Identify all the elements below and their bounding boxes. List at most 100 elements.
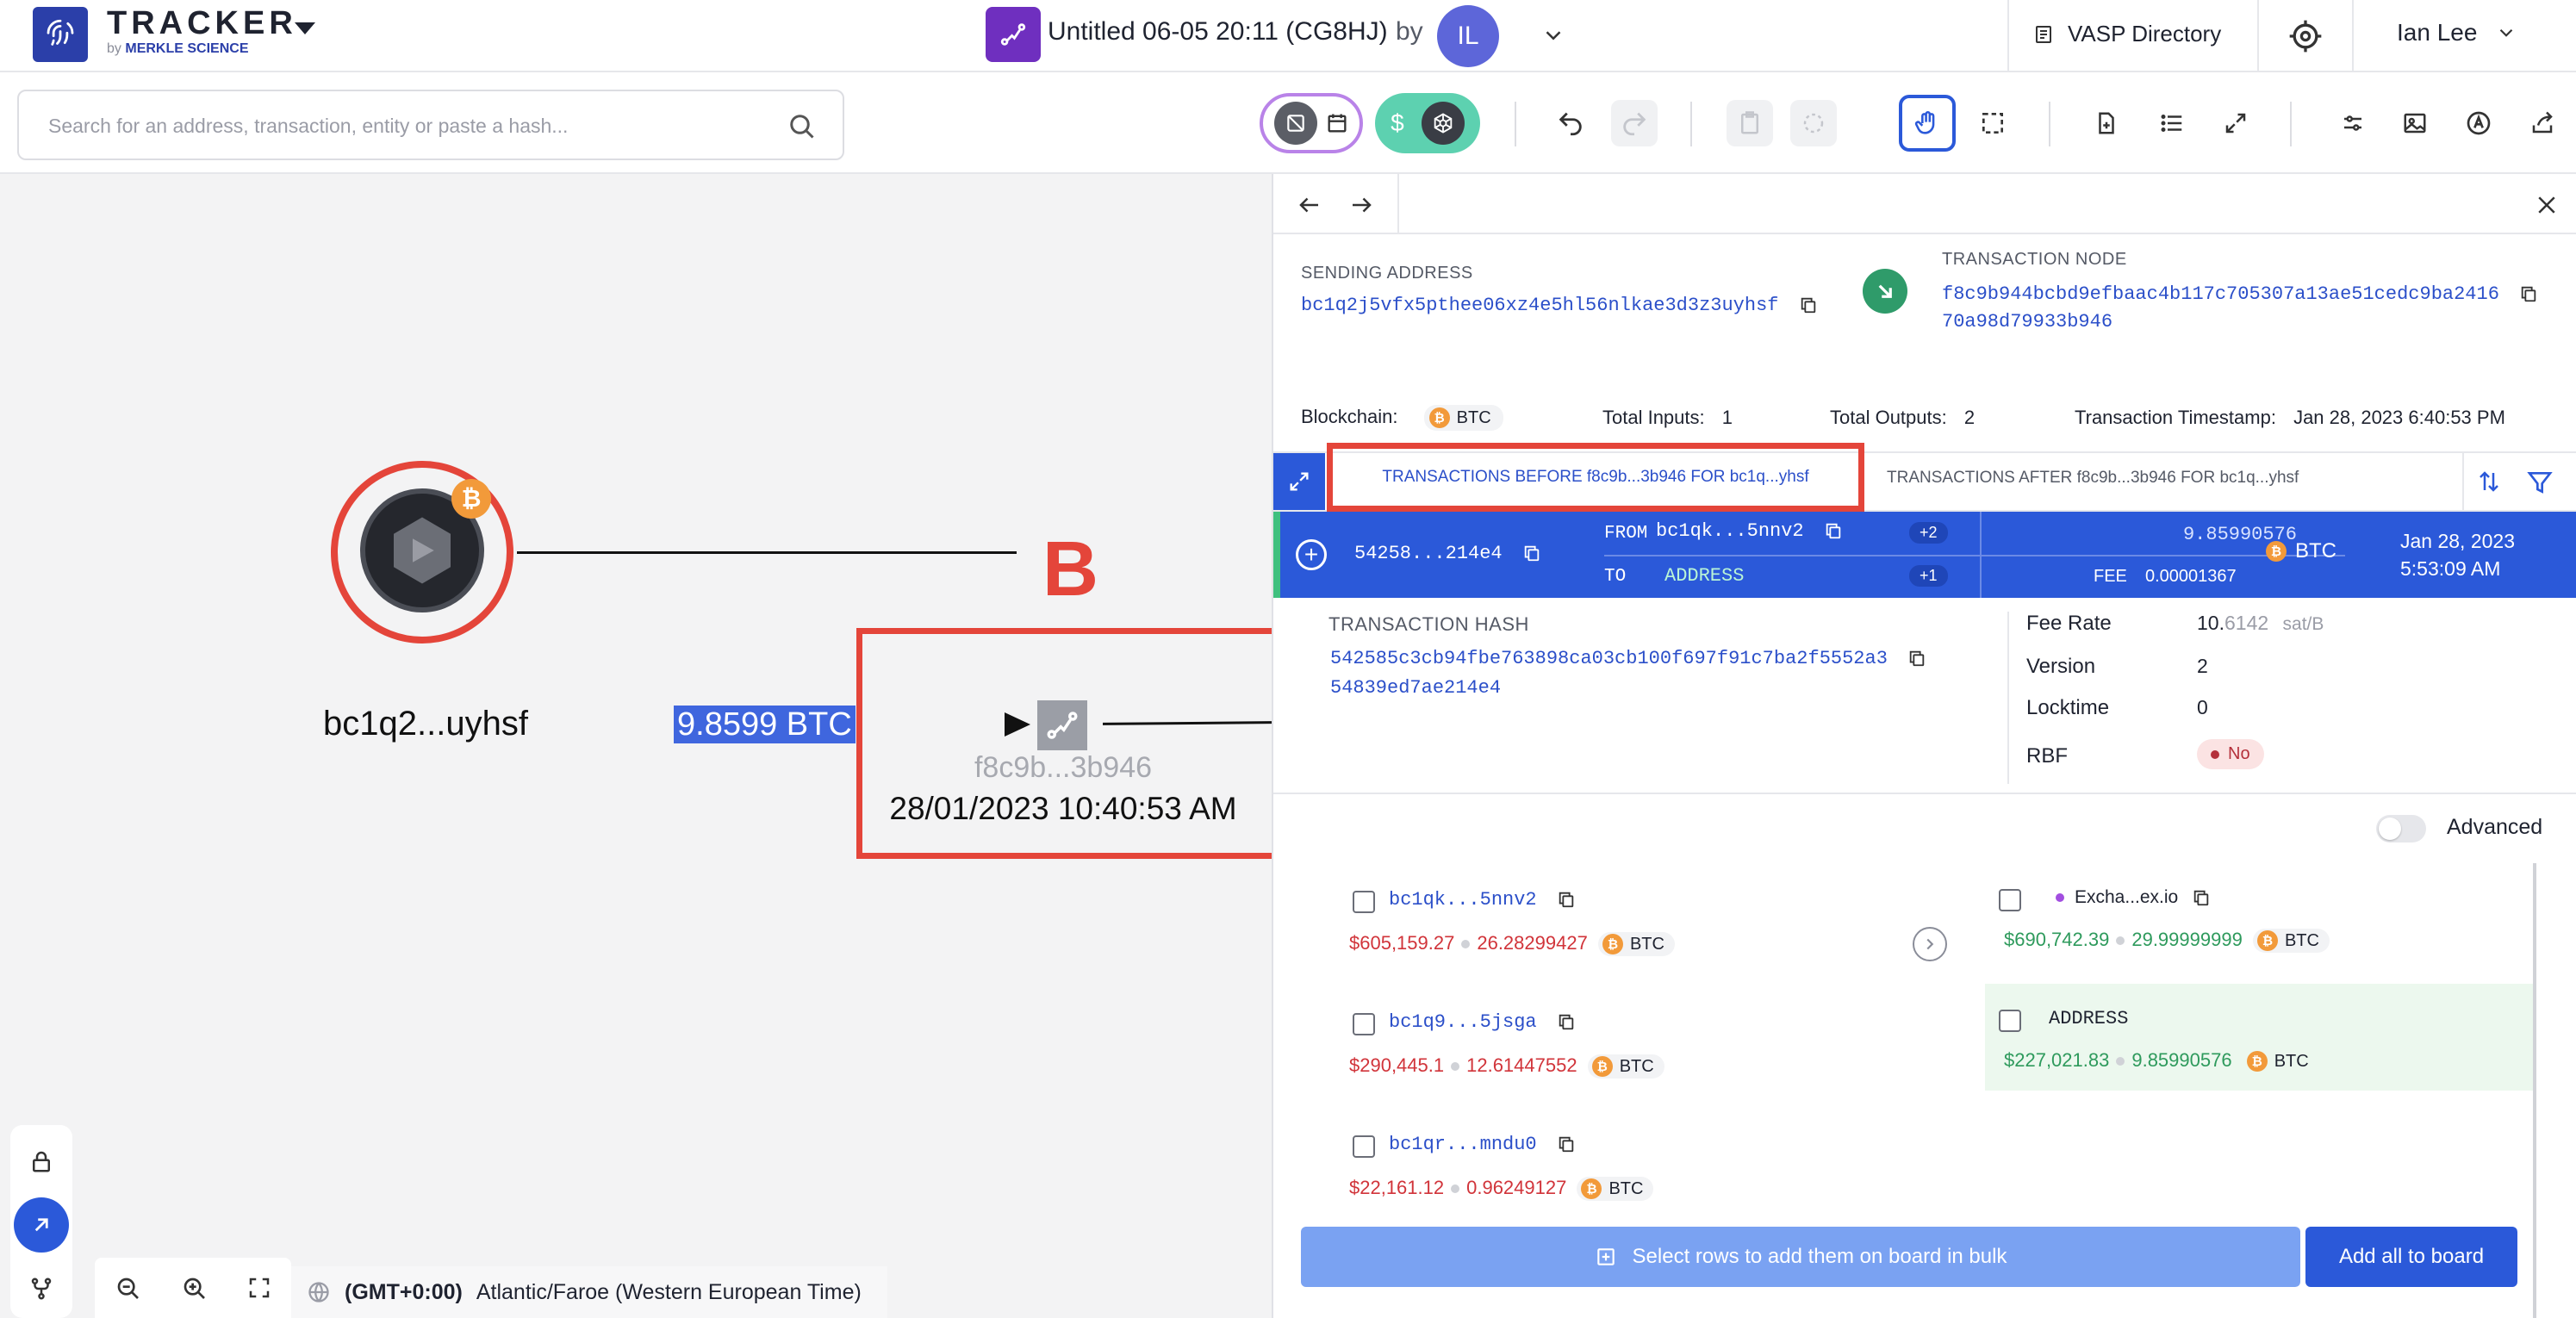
copy-icon[interactable] [2519, 283, 2538, 304]
rbf-label: RBF [2026, 744, 2068, 768]
edge-line[interactable] [517, 551, 1017, 554]
input-address[interactable]: bc1qk...5nnv2 [1389, 889, 1576, 911]
tx-row-to-addr[interactable]: ADDRESS [1664, 565, 1744, 587]
total-inputs-value: 1 [1721, 407, 1733, 428]
tx-node-hash: f8c9b...3b946 [974, 751, 1153, 784]
input-checkbox[interactable] [1353, 1135, 1375, 1158]
clipboard-icon[interactable] [1727, 100, 1773, 146]
bulk-select-button[interactable]: Select rows to add them on board in bulk [1301, 1227, 2300, 1287]
image-icon[interactable] [2392, 100, 2438, 146]
output-address[interactable]: Excha...ex.io [2056, 887, 2211, 908]
address-node-label: bc1q2...uyhsf [323, 705, 528, 743]
close-icon[interactable] [2528, 186, 2566, 224]
add-all-to-board-button[interactable]: Add all to board [2305, 1227, 2517, 1287]
sending-address-link[interactable]: bc1q2j5vfx5pthee06xz4e5hl56nlkae3d3z3uyh… [1301, 295, 1818, 316]
no-image-icon[interactable] [1273, 102, 1317, 145]
arrow-left-icon[interactable] [1291, 186, 1328, 224]
calendar-icon[interactable] [1325, 111, 1349, 135]
tx-row-divider [1604, 555, 2345, 556]
search-icon[interactable] [786, 110, 817, 141]
dollar-icon[interactable]: $ [1391, 109, 1404, 137]
user-menu[interactable]: Ian Lee [2397, 19, 2518, 47]
copy-icon[interactable] [1907, 648, 1926, 668]
search-input[interactable] [48, 107, 772, 145]
tx-row-to-count[interactable]: +1 [1909, 565, 1948, 587]
case-route-icon [986, 7, 1041, 62]
add-to-board-icon[interactable]: + [1296, 539, 1327, 570]
fit-screen-icon[interactable] [246, 1275, 272, 1301]
edge-amount-label[interactable]: 9.8599 BTC [674, 706, 856, 743]
blockchain-value: BTC [1456, 407, 1491, 427]
copy-icon[interactable] [1799, 295, 1818, 315]
box-select-icon[interactable] [1969, 100, 2016, 146]
view-mode-toggle[interactable] [1260, 93, 1363, 153]
vasp-directory-button[interactable]: VASP Directory [2033, 21, 2221, 47]
panel-scrollbar[interactable] [2533, 863, 2536, 1318]
copy-icon[interactable] [1557, 1134, 1576, 1154]
toolbar: $ [0, 72, 2576, 174]
arrow-up-right-icon[interactable] [14, 1197, 69, 1253]
network-icon[interactable] [1421, 102, 1465, 145]
toolbar-divider [1515, 102, 1516, 146]
tx-row-from-count[interactable]: +2 [1909, 522, 1948, 544]
add-square-icon [1596, 1248, 1615, 1265]
header-divider [2007, 0, 2009, 72]
arrow-right-icon[interactable] [1342, 186, 1380, 224]
btc-icon: ₿ [1428, 407, 1450, 428]
tx-hash-link[interactable]: 542585c3cb94fbe763898ca03cb100f697f91c7b… [1330, 644, 2002, 703]
tx-timestamp-value: Jan 28, 2023 6:40:53 PM [2293, 407, 2505, 428]
lock-icon[interactable] [22, 1142, 60, 1180]
redo-icon[interactable] [1611, 100, 1658, 146]
case-title[interactable]: Untitled 06-05 20:11 (CG8HJ) [1048, 17, 1388, 47]
input-address[interactable]: bc1qr...mndu0 [1389, 1134, 1576, 1155]
app-menu-caret-icon[interactable] [295, 22, 315, 34]
sliders-icon[interactable] [2330, 100, 2376, 146]
copy-icon[interactable] [2192, 887, 2211, 908]
expand-icon[interactable] [2212, 100, 2259, 146]
list-icon[interactable] [2149, 100, 2195, 146]
copy-icon[interactable] [1824, 520, 1843, 541]
hand-pan-icon[interactable] [1899, 95, 1956, 152]
sort-icon[interactable] [2462, 453, 2514, 510]
branch-icon[interactable] [22, 1270, 60, 1308]
copy-icon[interactable] [1557, 889, 1576, 910]
add-document-icon[interactable] [2083, 100, 2130, 146]
blockchain-chip: ₿ BTC [1423, 405, 1503, 431]
entity-dot [2056, 893, 2064, 903]
tx-node-link[interactable]: f8c9b944bcbd9efbaac4b117c705307a13ae51ce… [1942, 281, 2562, 336]
tx-row-fee: 0.00001367 [2145, 567, 2237, 586]
input-checkbox[interactable] [1353, 1013, 1375, 1035]
fingerprint-logo-icon[interactable] [33, 7, 88, 62]
tx-row-chain: ₿ BTC [2266, 539, 2336, 563]
chevron-down-icon[interactable] [1539, 22, 1568, 48]
avatar[interactable]: IL [1437, 5, 1499, 67]
input-address[interactable]: bc1q9...5jsga [1389, 1011, 1576, 1033]
output-checkbox[interactable] [1999, 889, 2021, 911]
expand-icon[interactable] [1273, 453, 1325, 510]
tab-transactions-after[interactable]: TRANSACTIONS AFTER f8c9b...3b946 FOR bc1… [1887, 469, 2299, 488]
target-icon[interactable] [2287, 17, 2324, 55]
input-address-text: bc1qk...5nnv2 [1389, 889, 1537, 911]
tab-transactions-before[interactable]: TRANSACTIONS BEFORE f8c9b...3b946 FOR bc… [1327, 443, 1864, 512]
value-mode-toggle[interactable]: $ [1375, 93, 1480, 153]
copy-icon[interactable] [1557, 1011, 1576, 1032]
advanced-toggle[interactable] [2376, 815, 2426, 842]
zoom-in-icon[interactable] [180, 1274, 208, 1302]
text-annotation-icon[interactable] [2455, 100, 2502, 146]
timezone-bar[interactable]: (GMT+0:00) Atlantic/Faroe (Western Europ… [291, 1266, 887, 1318]
lasso-select-icon[interactable] [1790, 100, 1837, 146]
tx-row-from-addr[interactable]: bc1qk...5nnv2 [1656, 520, 1843, 542]
tx-node-route-icon[interactable] [1037, 700, 1087, 750]
output-address[interactable]: ADDRESS [2049, 1008, 2128, 1029]
rbf-value: No [2228, 744, 2250, 763]
filter-icon[interactable] [2521, 463, 2559, 501]
output-checkbox[interactable] [1999, 1010, 2021, 1032]
tx-row-txid[interactable]: 54258...214e4 [1354, 543, 1541, 564]
input-checkbox[interactable] [1353, 891, 1375, 913]
copy-icon[interactable] [1522, 543, 1541, 563]
zoom-out-icon[interactable] [114, 1274, 141, 1302]
share-icon[interactable] [2519, 100, 2566, 146]
tx-row-selected[interactable]: + 54258...214e4 FROM bc1qk...5nnv2 +2 TO… [1273, 512, 2576, 598]
undo-icon[interactable] [1547, 100, 1594, 146]
output-btc: 29.99999999 [2131, 929, 2243, 950]
